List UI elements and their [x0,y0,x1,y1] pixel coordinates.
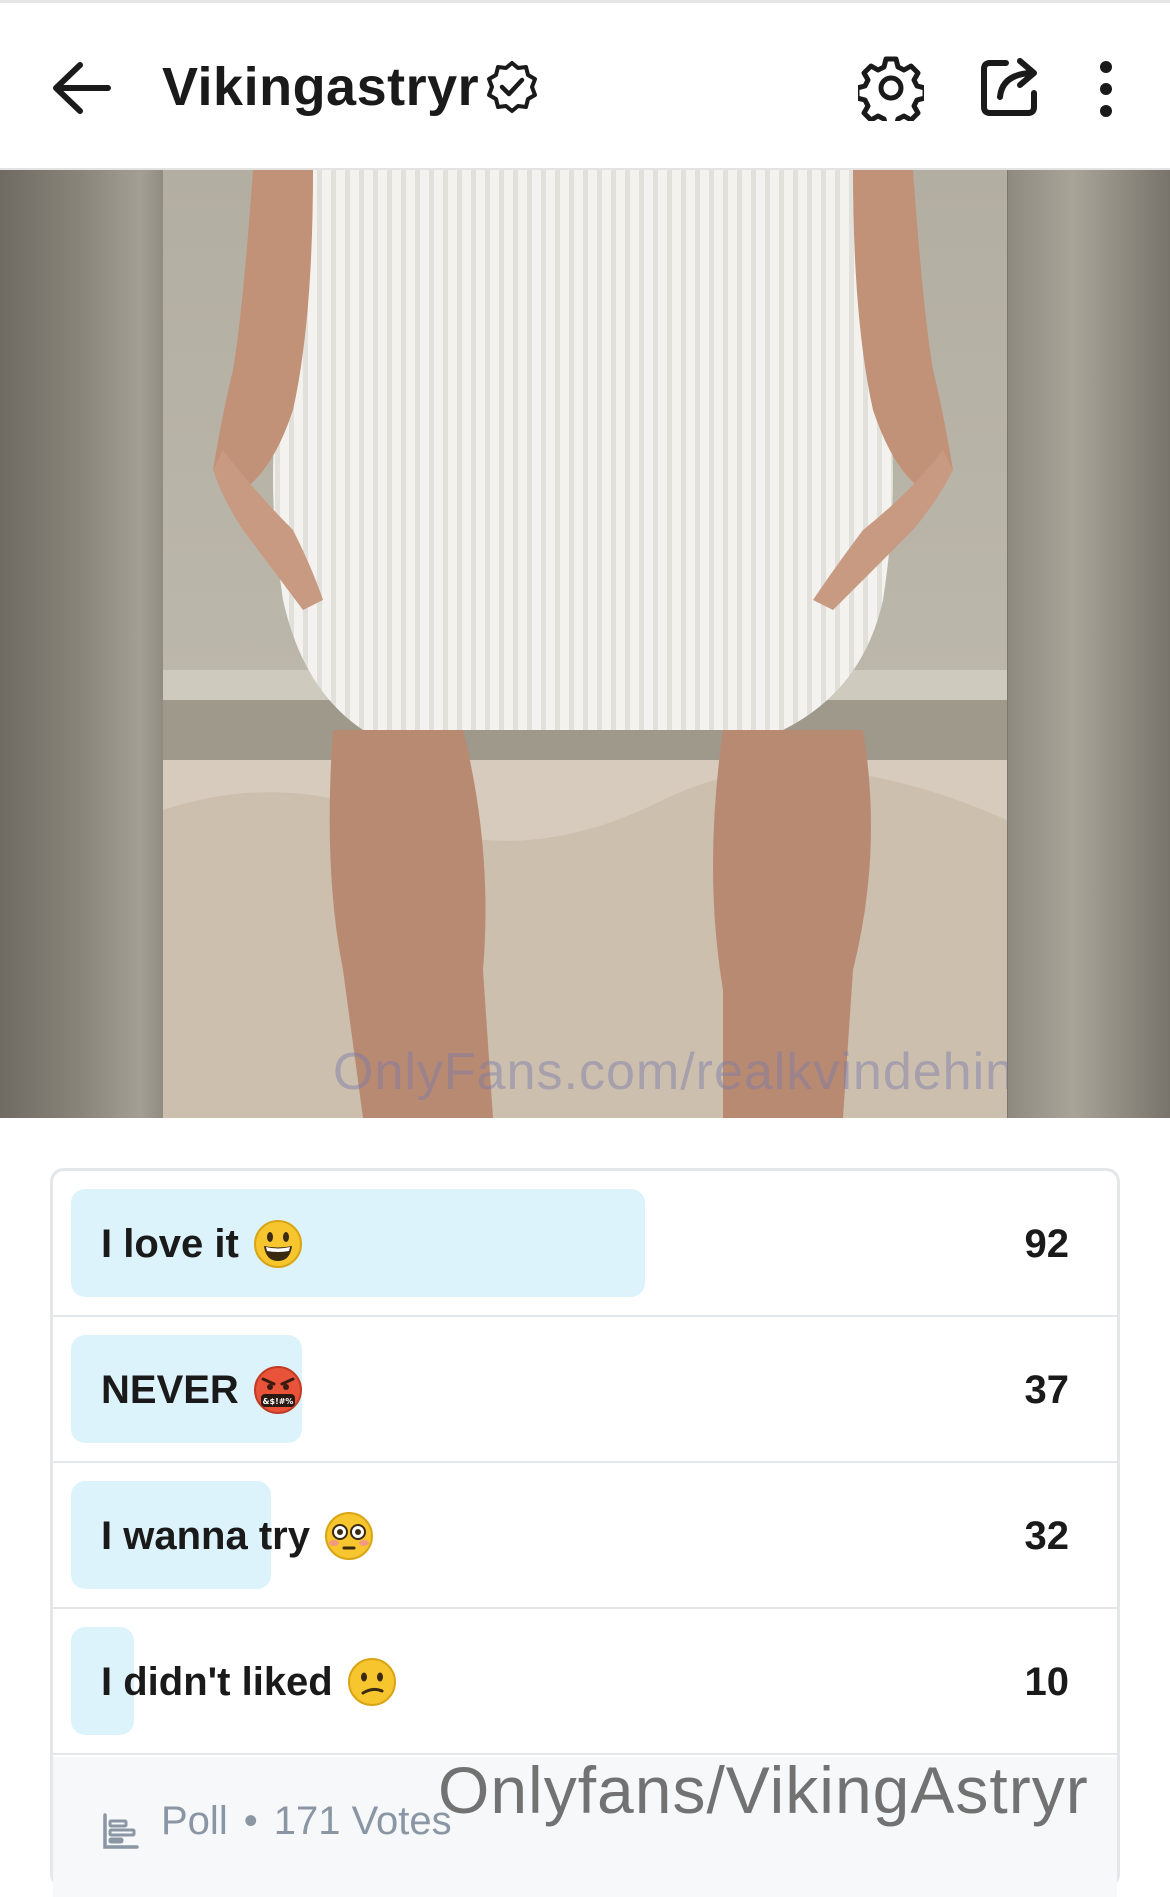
more-vertical-icon[interactable] [1092,59,1120,119]
poll-option-count: 10 [1024,1660,1070,1704]
poll-option-count: 37 [1024,1368,1070,1412]
meta-separator: • [243,1799,258,1843]
poll-option[interactable]: NEVER &$!#% 37 [53,1317,1117,1463]
verified-badge-icon [487,61,538,113]
cursing-face-icon: &$!#% [253,1366,302,1414]
grinning-face-icon [253,1220,302,1268]
confused-face-icon [347,1658,396,1706]
top-app-bar: Vikingastryr [0,0,1170,170]
arrow-left-icon[interactable] [50,61,112,115]
poll-option-count: 32 [1024,1514,1070,1558]
svg-text:&$!#%: &$!#% [262,1397,293,1406]
poll-option[interactable]: I didn't liked 10 [53,1609,1117,1755]
poll-option-label: NEVER [101,1368,239,1412]
poll-option-label-group: I love it [101,1171,303,1317]
flushed-face-icon [324,1512,373,1560]
gear-icon[interactable] [858,55,924,121]
poll-option-label: I wanna try [101,1514,310,1558]
post-photo[interactable]: OnlyFans.com/realkvindehin [163,170,1007,1118]
poll-type-label: Poll [161,1799,228,1843]
profile-name[interactable]: Vikingastryr [162,56,479,118]
poll-option-label-group: I didn't liked [101,1609,397,1755]
overlay-watermark: Onlyfans/VikingAstryr [438,1753,1089,1827]
poll-option[interactable]: I love it 92 [53,1171,1117,1317]
poll-option-label-group: I wanna try [101,1463,374,1609]
photo-illustration [163,170,1007,1118]
profile-title-group[interactable]: Vikingastryr [162,47,539,127]
poll-option-label: I didn't liked [101,1660,333,1704]
image-watermark: OnlyFans.com/realkvindehin [333,1043,1007,1101]
poll-total-votes: 171 Votes [273,1799,452,1843]
media-blur-background [1008,170,1170,1118]
poll-option-label: I love it [101,1222,239,1266]
post-media[interactable]: OnlyFans.com/realkvindehin [0,170,1170,1118]
poll-option[interactable]: I wanna try 32 [53,1463,1117,1609]
poll-meta: Poll • 171 Votes [161,1799,452,1844]
poll-option-label-group: NEVER &$!#% [101,1317,303,1463]
poll-option-count: 92 [1024,1222,1070,1266]
poll-icon [103,1813,139,1849]
share-icon[interactable] [976,53,1044,121]
